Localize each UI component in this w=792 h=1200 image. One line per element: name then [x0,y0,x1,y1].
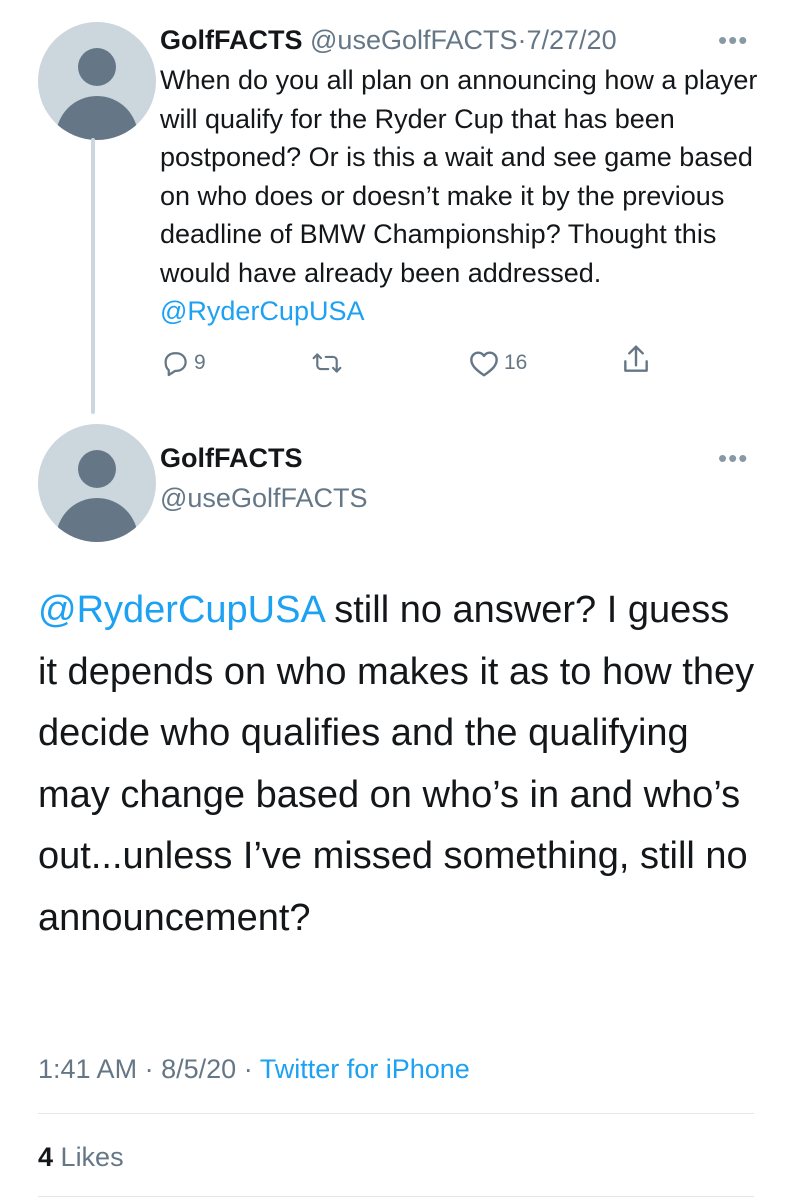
retweet-button[interactable] [310,348,344,378]
meta-separator: · [243,1054,253,1084]
like-button[interactable]: 16 [468,348,527,378]
tweet-metadata: 1:41 AM · 8/5/20 · Twitter for iPhone [38,1051,470,1087]
meta-separator: · [144,1054,154,1084]
like-icon [468,348,500,378]
more-icon[interactable]: ••• [718,27,748,53]
share-button[interactable] [620,342,652,378]
divider [38,1113,754,1114]
avatar-body-shape [56,96,138,140]
parent-tweet-body: When do you all plan on announcing how a… [160,65,758,288]
reply-icon [160,348,190,378]
likes-label: Likes [60,1142,124,1172]
tweet-time: 1:41 AM [38,1054,138,1084]
divider [38,1196,754,1197]
main-display-name[interactable]: GolfFACTS [160,440,303,476]
tweet-thread-page: GolfFACTS @useGolfFACTS·7/27/20 ••• When… [0,0,792,1200]
parent-tweet-text: When do you all plan on announcing how a… [160,61,780,331]
parent-header-separator: · [517,25,527,55]
parent-handle[interactable]: @useGolfFACTS [310,25,517,55]
parent-mention-link[interactable]: @RyderCupUSA [160,296,364,326]
tweet-date: 8/5/20 [161,1054,237,1084]
like-count: 16 [504,351,528,374]
reply-count: 9 [194,351,206,374]
main-tweet-text: @RyderCupUSA still no answer? I guess it… [38,580,758,949]
avatar-body-shape [56,498,138,542]
more-icon[interactable]: ••• [718,445,748,471]
retweet-icon [310,348,344,378]
tweet-source-link[interactable]: Twitter for iPhone [260,1054,470,1084]
parent-tweet-header: GolfFACTS @useGolfFACTS·7/27/20 [160,22,732,58]
share-icon [620,342,652,378]
avatar-head-shape [78,48,116,86]
likes-count: 4 [38,1142,54,1172]
main-handle[interactable]: @useGolfFACTS [160,480,367,516]
parent-tweet-actions: 9 16 [160,345,680,388]
parent-date[interactable]: 7/27/20 [527,25,617,55]
avatar-head-shape [78,450,116,488]
parent-display-name[interactable]: GolfFACTS [160,25,303,55]
thread-connector-line [91,138,95,414]
likes-summary[interactable]: 4 Likes [38,1139,124,1175]
main-avatar[interactable] [38,424,156,542]
parent-avatar[interactable] [38,22,156,140]
reply-button[interactable]: 9 [160,348,206,378]
main-tweet-body: still no answer? I guess it depends on w… [38,589,755,939]
main-mention-link[interactable]: @RyderCupUSA [38,589,324,631]
